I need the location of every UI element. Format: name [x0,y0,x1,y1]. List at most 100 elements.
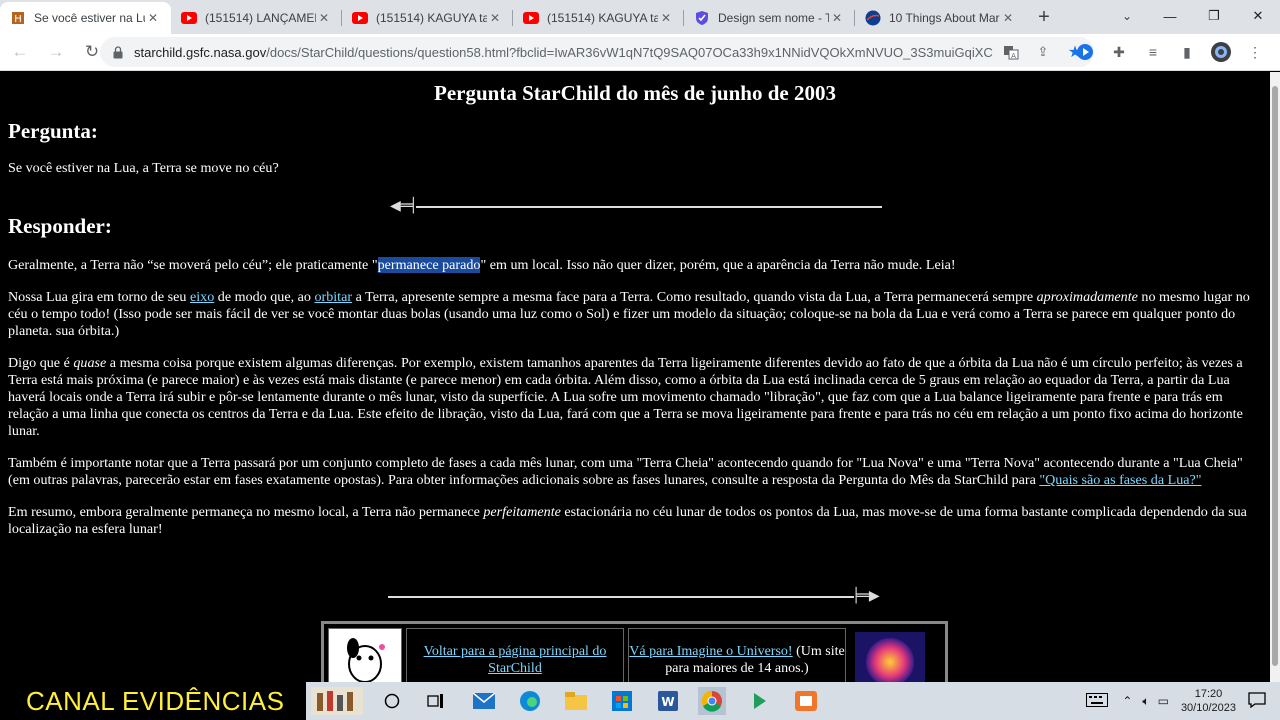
p1-text-a: Geralmente, a Terra não “se moverá pelo … [8,257,378,273]
new-tab-button[interactable]: + [1030,3,1058,31]
keyboard-layout-icon[interactable] [1086,692,1109,710]
lock-icon[interactable] [110,44,126,60]
window-close-icon[interactable]: ✕ [1236,0,1280,32]
url-domain: starchild.gsfc.nasa.gov [134,44,267,60]
close-icon[interactable]: ✕ [487,10,503,26]
svg-text:A: A [1011,52,1016,60]
imagine-universe-logo[interactable] [850,628,930,682]
starchild-favicon: H [10,10,26,26]
highlighted-text: permanece parado [377,257,481,273]
tab-nasa[interactable]: 10 Things About Mar ✕ [855,2,1026,34]
minimize-icon[interactable]: — [1148,0,1192,32]
link-starchild-home[interactable]: Voltar para a página principal do StarCh… [407,643,623,677]
starchild-dog-image[interactable] [328,628,402,682]
task-view-icon[interactable] [422,687,450,715]
tab-starchild[interactable]: H Se você estiver na Lua ✕ [0,2,171,34]
divider-line-bottom [388,596,854,598]
close-icon[interactable]: ✕ [1000,10,1016,26]
answer-paragraph-1: Geralmente, a Terra não “se moverá pelo … [8,257,1262,274]
more-menu-icon[interactable]: ⋮ [1244,38,1266,66]
p3-text-b: a mesma coisa porque existem algumas dif… [8,355,1243,439]
answer-paragraph-5: Em resumo, embora geralmente permaneça n… [8,504,1262,538]
chevron-up-icon[interactable]: ⌃ [1122,694,1132,708]
close-icon[interactable]: ✕ [316,10,332,26]
tab-canva[interactable]: Design sem nome - T ✕ [684,2,855,34]
answer-heading: Responder: [8,214,112,238]
tab-title: (151514) KAGUYA tak [547,11,658,25]
p3-text-a: Digo que é [8,355,74,371]
tab-title: 10 Things About Mar [889,11,1000,25]
back-arrow-icon[interactable]: ← [4,36,36,68]
side-panel-icon[interactable]: ▮ [1176,38,1198,66]
p3-emphasis: quase [73,355,107,371]
file-explorer-icon[interactable] [562,687,590,715]
system-tray: ⌃ 🔈︎ ▭ 17:20 30/10/2023 [1086,682,1280,720]
extension-blue-circle-icon[interactable] [1074,38,1096,66]
clock-date: 30/10/2023 [1180,702,1236,714]
recording-app-icon[interactable] [792,687,820,715]
clock[interactable]: 17:20 30/10/2023 [1181,687,1236,715]
youtube-icon [523,10,539,26]
question-heading: Pergunta: [8,119,98,143]
chrome-icon[interactable] [698,687,726,715]
footer-imagine-cell: Vá para Imagine o Universo! (Um site par… [628,628,846,682]
tab-title: (151514) KAGUYA tak [376,11,487,25]
tab-title: Se você estiver na Lua [34,11,145,25]
scrollbar-thumb[interactable] [1272,86,1278,666]
nasa-icon [865,10,881,26]
close-icon[interactable]: ✕ [829,10,845,26]
footer-home-cell: Voltar para a página principal do StarCh… [406,628,624,682]
link-phases-of-moon[interactable]: "Quais são as fases da Lua?" [1039,472,1201,488]
store-icon[interactable] [608,687,636,715]
extensions-puzzle-icon[interactable]: ✚ [1108,38,1130,66]
word-icon[interactable]: W [654,687,682,715]
tab-youtube-2[interactable]: (151514) KAGUYA tak ✕ [342,2,513,34]
question-text: Se você estiver na Lua, a Terra se move … [8,160,279,176]
p2-text-c: a Terra, apresente sempre a mesma face p… [352,289,1037,305]
tab-strip: H Se você estiver na Lua ✕ (151514) LANÇ… [0,0,1280,34]
tab-title: (151514) LANÇAMEN [205,11,316,25]
rocket-right-icon: ╞═▶ [852,588,880,604]
answer-paragraph-2: Nossa Lua gira em torno de seu eixo de m… [8,289,1262,340]
share-icon[interactable]: ⇪ [1034,43,1052,61]
tab-youtube-1[interactable]: (151514) LANÇAMEN ✕ [171,2,342,34]
translate-icon[interactable]: A [1002,43,1020,61]
canva-shield-icon [694,10,710,26]
browser-toolbar: ← → ↻ starchild.gsfc.nasa.gov/docs/StarC… [0,34,1280,71]
network-icon[interactable]: ▭ [1158,694,1169,708]
restore-icon[interactable]: ❐ [1192,0,1236,32]
p2-text-a: Nossa Lua gira em torno de seu [8,289,190,305]
page-scrollbar[interactable] [1270,72,1280,682]
cortana-circle-icon[interactable] [378,687,406,715]
divider-line-top [416,206,882,208]
tab-search-chevron-icon[interactable]: ⌄ [1112,0,1142,32]
edge-icon[interactable] [516,687,544,715]
link-imagine-universe[interactable]: Vá para Imagine o Universo! [629,644,792,659]
p2-text-b: de modo que, ao [214,289,315,305]
forward-arrow-icon[interactable]: → [40,36,72,68]
media-queue-icon[interactable]: ≡ [1142,38,1164,66]
close-icon[interactable]: ✕ [145,10,161,26]
p5-emphasis: perfeitamente [483,504,561,520]
mail-icon[interactable] [470,687,498,715]
green-app-icon[interactable] [746,687,774,715]
tab-youtube-3[interactable]: (151514) KAGUYA tak ✕ [513,2,684,34]
svg-text:H: H [14,14,22,25]
link-eixo[interactable]: eixo [190,289,214,305]
close-icon[interactable]: ✕ [658,10,674,26]
volume-icon[interactable]: 🔈︎ [1142,694,1149,709]
search-thumbnail-icon[interactable] [310,687,364,715]
profile-avatar-icon[interactable] [1210,38,1232,66]
p2-emphasis: aproximadamente [1036,289,1138,305]
clock-time: 17:20 [1194,688,1223,700]
url-text[interactable]: starchild.gsfc.nasa.gov/docs/StarChild/q… [134,45,994,60]
answer-paragraph-3: Digo que é quase a mesma coisa porque ex… [8,355,1262,440]
address-bar[interactable]: starchild.gsfc.nasa.gov/docs/StarChild/q… [100,37,1094,67]
channel-overlay-text: CANAL EVIDÊNCIAS [0,682,306,720]
youtube-icon [352,10,368,26]
rocket-left-icon: ◀═╡ [390,198,418,214]
notification-icon[interactable] [1248,691,1266,711]
svg-text:W: W [661,695,674,709]
link-orbitar[interactable]: orbitar [314,289,352,305]
footer-navigation: Voltar para a página principal do StarCh… [321,621,948,682]
